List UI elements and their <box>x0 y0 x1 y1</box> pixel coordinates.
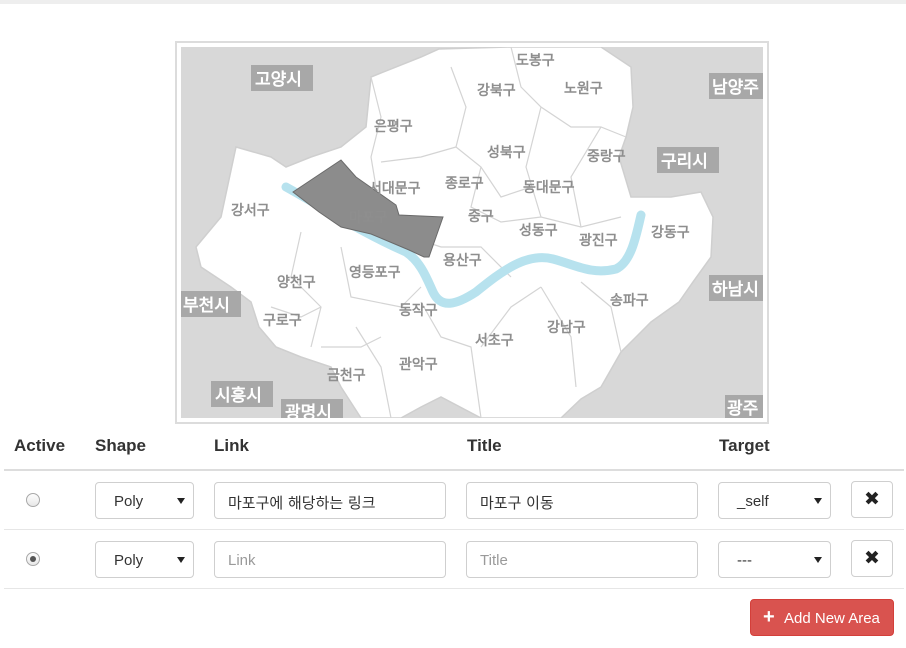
district-label: 강북구 <box>477 82 516 99</box>
district-label: 양천구 <box>277 275 316 291</box>
district-label: 도봉구 <box>516 53 555 69</box>
target-select-value: --- <box>737 552 752 569</box>
city-label: 하남시 <box>712 280 759 300</box>
link-input-placeholder: Link <box>228 552 256 569</box>
active-radio[interactable] <box>26 552 40 566</box>
header-title: Title <box>467 436 502 455</box>
header-target: Target <box>719 436 770 455</box>
title-input[interactable]: 마포구 이동 <box>466 482 698 519</box>
add-new-area-label: Add New Area <box>784 610 880 627</box>
row-divider <box>4 588 904 589</box>
close-icon: ✖ <box>864 489 880 510</box>
city-label: 광명시 <box>285 403 332 418</box>
shape-select-value: Poly <box>114 552 144 569</box>
shape-select-value: Poly <box>114 493 144 510</box>
district-label: 중구 <box>468 209 494 225</box>
district-label: 동대문구 <box>523 180 575 196</box>
header-shape: Shape <box>95 436 147 455</box>
radio-selected-dot <box>30 556 36 562</box>
district-label: 영등포구 <box>349 264 401 281</box>
district-label: 강남구 <box>547 319 586 336</box>
city-label: 시흥시 <box>215 385 262 406</box>
plus-icon: + <box>763 606 775 628</box>
district-label: 용산구 <box>443 252 482 269</box>
district-label: 노원구 <box>564 81 603 97</box>
target-select[interactable]: _self <box>718 482 831 519</box>
city-label: 남양주 <box>712 78 759 98</box>
district-label: 중랑구 <box>587 149 626 165</box>
header-active: Active <box>14 436 66 455</box>
chevron-down-icon <box>814 498 822 504</box>
seoul-district-map[interactable]: 도봉구 강북구 노원구 은평구 성북구 중랑구 종로구 동대문구 서대문구 마포… <box>181 47 763 418</box>
header-link: Link <box>214 436 249 455</box>
delete-row-button[interactable]: ✖ <box>851 540 893 577</box>
link-input[interactable]: Link <box>214 541 446 578</box>
district-label: 마포구 <box>349 210 388 226</box>
title-input-value: 마포구 이동 <box>480 494 554 512</box>
district-label: 강동구 <box>651 224 690 241</box>
chevron-down-icon <box>814 557 822 563</box>
top-panel-edge <box>0 0 906 4</box>
chevron-down-icon <box>177 498 185 504</box>
district-label: 종로구 <box>445 176 484 192</box>
district-label: 성동구 <box>519 223 558 239</box>
district-label: 서초구 <box>475 333 514 349</box>
district-label: 송파구 <box>610 293 649 309</box>
delete-row-button[interactable]: ✖ <box>851 481 893 518</box>
active-radio[interactable] <box>26 493 40 507</box>
district-label: 광진구 <box>579 232 618 249</box>
district-label: 구로구 <box>263 313 302 329</box>
district-label: 동작구 <box>399 302 438 319</box>
district-label: 성북구 <box>487 145 526 161</box>
chevron-down-icon <box>177 557 185 563</box>
city-label: 고양시 <box>255 70 302 90</box>
add-new-area-button[interactable]: + Add New Area <box>750 599 894 636</box>
target-select-value: _self <box>737 493 769 510</box>
city-label: 구리시 <box>661 152 708 172</box>
shape-select[interactable]: Poly <box>95 541 194 578</box>
link-input[interactable]: 마포구에 해당하는 링크 <box>214 482 446 519</box>
target-select[interactable]: --- <box>718 541 831 578</box>
district-label: 은평구 <box>374 118 413 135</box>
header-divider <box>4 469 904 471</box>
district-label: 관악구 <box>399 356 438 373</box>
close-icon: ✖ <box>864 548 880 569</box>
district-label: 강서구 <box>231 202 270 219</box>
district-label: 서대문구 <box>369 181 421 197</box>
city-label: 부천시 <box>183 296 230 316</box>
image-map-canvas[interactable]: 도봉구 강북구 노원구 은평구 성북구 중랑구 종로구 동대문구 서대문구 마포… <box>175 41 769 424</box>
title-input[interactable]: Title <box>466 541 698 578</box>
row-divider <box>4 529 904 530</box>
shape-select[interactable]: Poly <box>95 482 194 519</box>
link-input-value: 마포구에 해당하는 링크 <box>228 494 376 512</box>
district-label: 금천구 <box>327 368 366 384</box>
title-input-placeholder: Title <box>480 552 508 569</box>
city-label: 광주 <box>727 399 759 418</box>
